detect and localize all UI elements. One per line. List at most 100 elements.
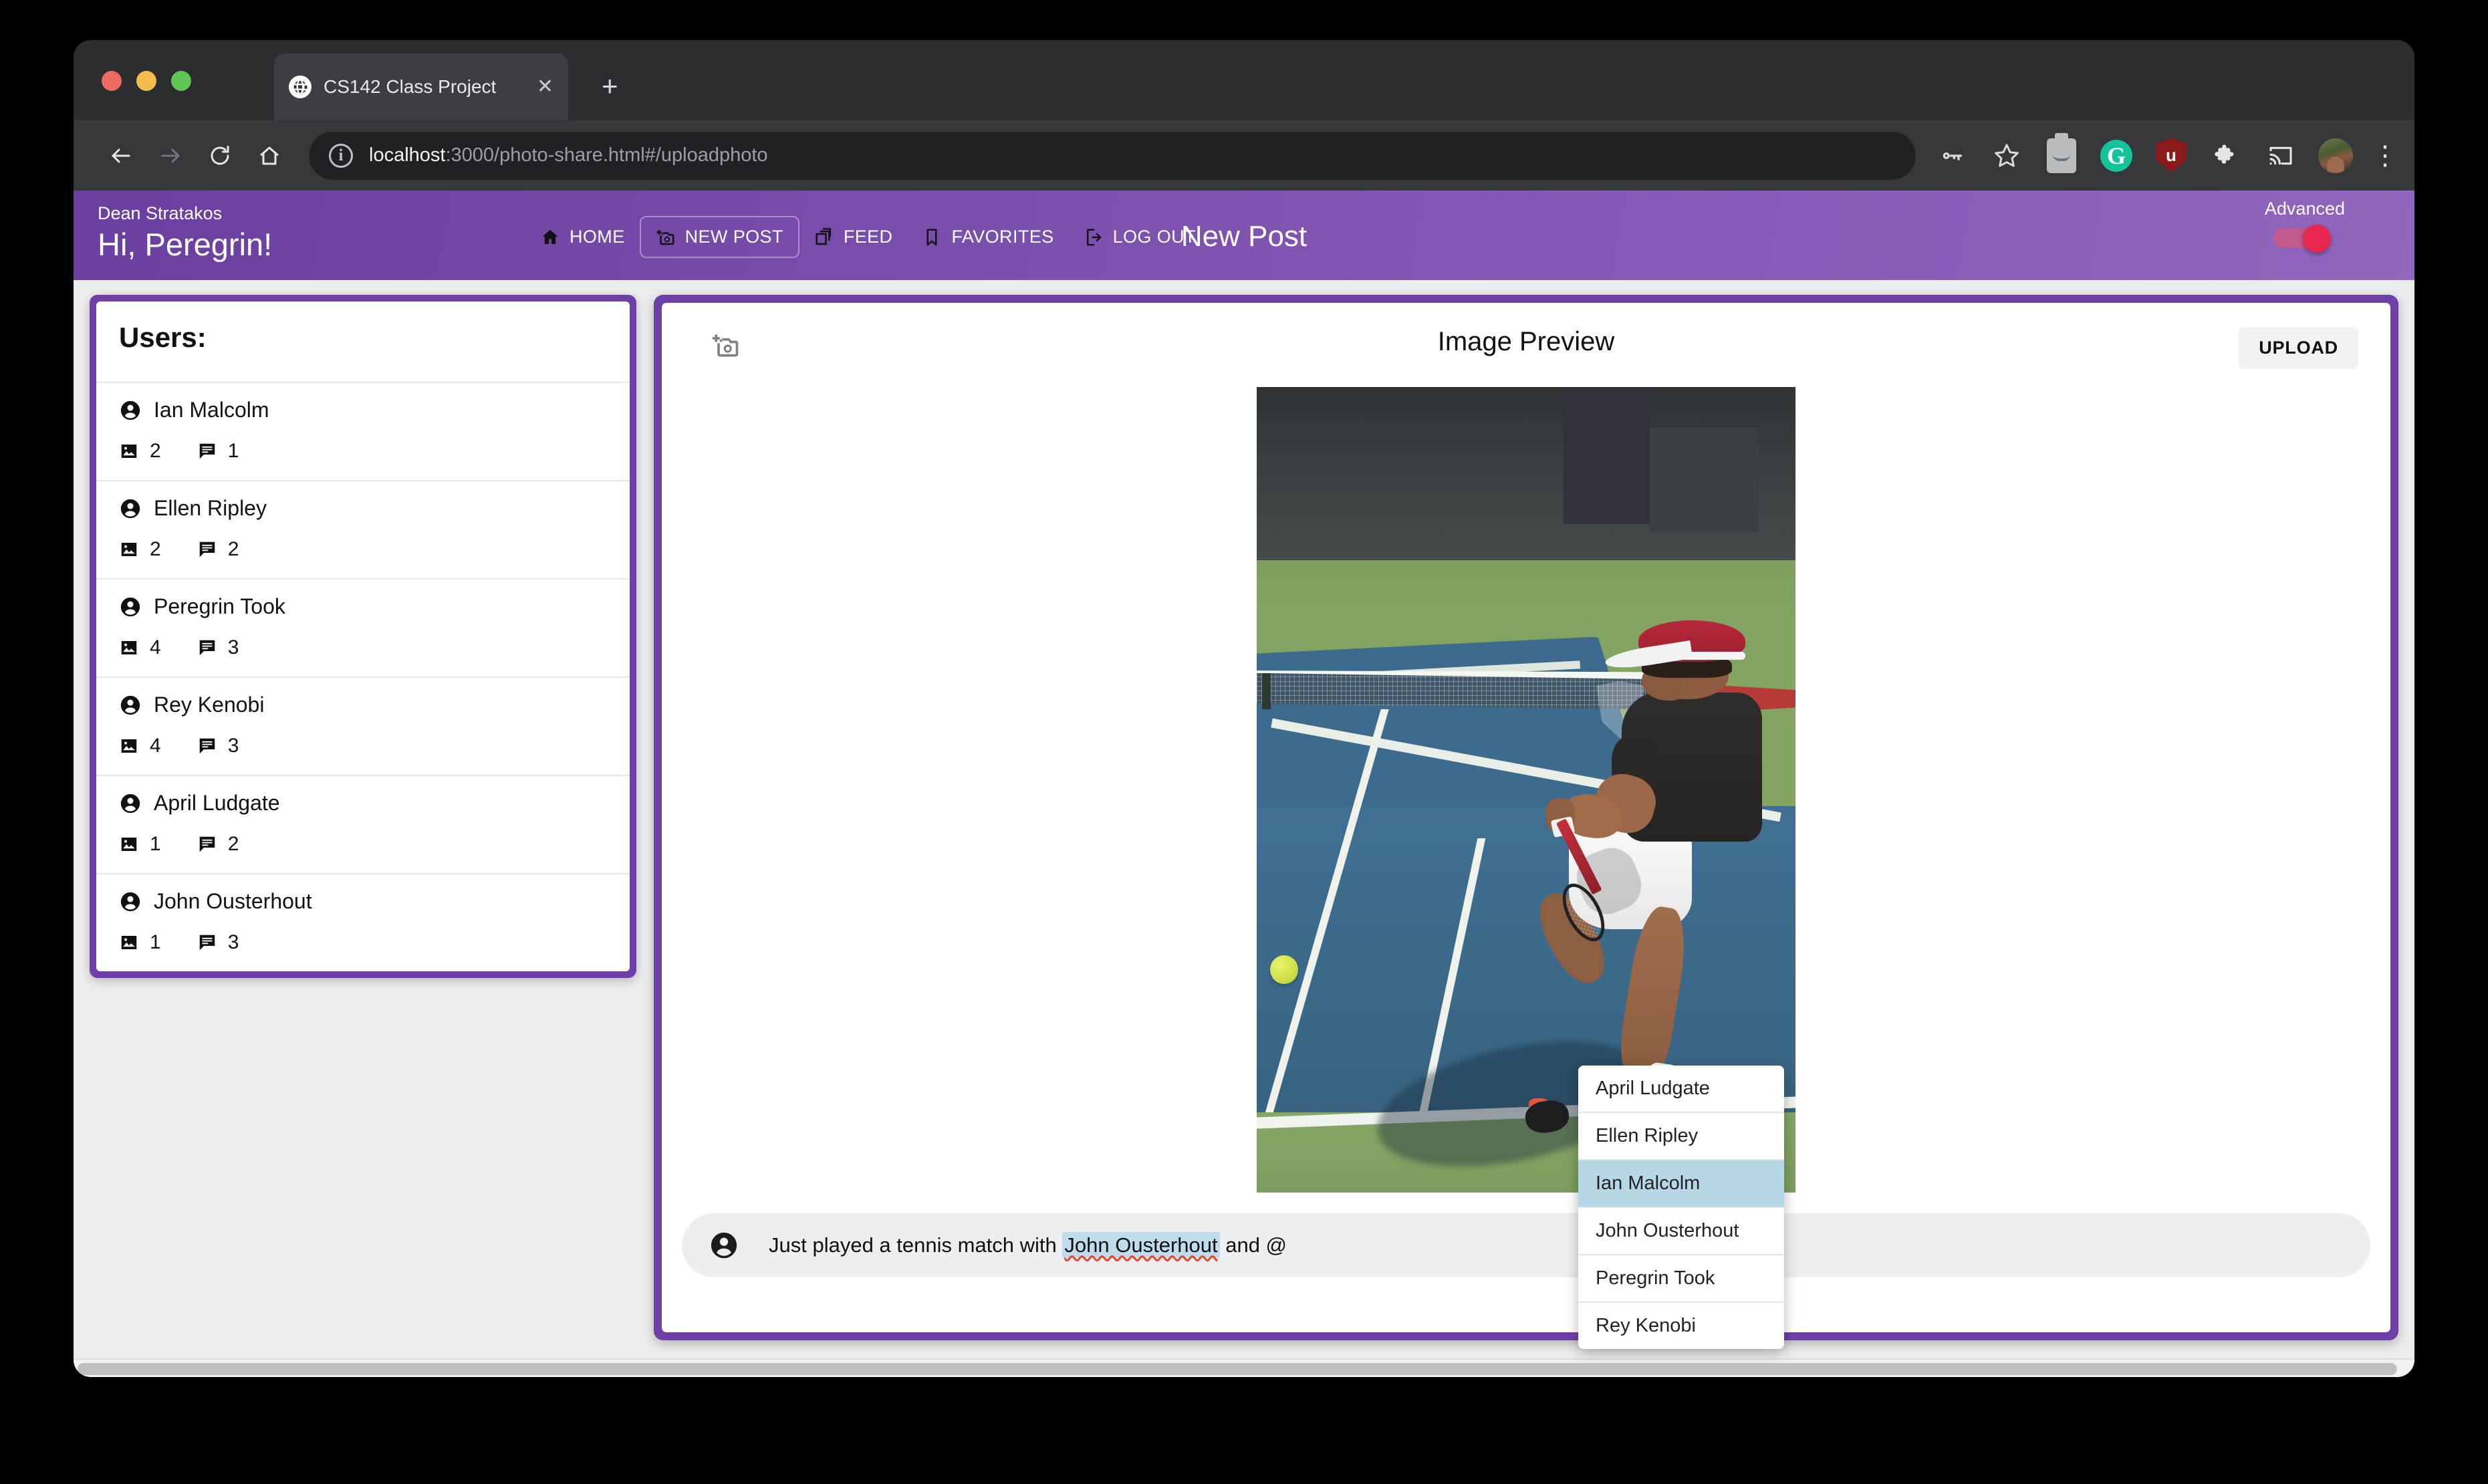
nav-item-log-out[interactable]: LOG OUT: [1069, 217, 1211, 257]
photo-count: 4: [119, 636, 161, 659]
photo-icon: [119, 441, 139, 461]
photo-icon: [119, 834, 139, 854]
app-author-name: Dean Stratakos: [98, 203, 223, 223]
mention-dropdown[interactable]: April Ludgate Ellen Ripley Ian Malcolm J…: [1578, 1066, 1784, 1349]
account-circle-icon: [119, 497, 142, 520]
upload-button[interactable]: UPLOAD: [2239, 327, 2358, 369]
photo-preview-area: April Ludgate Ellen Ripley Ian Malcolm J…: [682, 387, 2370, 1349]
comment-icon: [197, 834, 217, 854]
list-item[interactable]: Ellen Ripley 2 2: [96, 481, 630, 580]
comment-icon: [197, 441, 217, 461]
mention-option[interactable]: Ellen Ripley: [1578, 1113, 1784, 1160]
browser-tab[interactable]: CS142 Class Project ✕: [274, 53, 568, 120]
toggle-knob: [2302, 225, 2331, 253]
site-info-icon[interactable]: i: [329, 143, 353, 168]
photo-count: 4: [119, 735, 161, 757]
horizontal-scrollbar[interactable]: [74, 1358, 2414, 1377]
bookmark-star-icon[interactable]: [1988, 137, 2025, 174]
photo-count: 2: [119, 538, 161, 561]
reload-button[interactable]: [195, 131, 245, 180]
grammarly-extension-icon[interactable]: G: [2098, 137, 2135, 174]
feed-icon: [814, 227, 834, 247]
list-item[interactable]: Peregrin Took 4 3: [96, 580, 630, 678]
address-bar-url: localhost:3000/photo-share.html#/uploadp…: [369, 144, 768, 166]
grammarly-letter: G: [2100, 139, 2132, 172]
photo-icon: [119, 933, 139, 953]
caption-text[interactable]: Just played a tennis match with John Ous…: [769, 1232, 1287, 1258]
new-post-card: Image Preview UPLOAD April Ludgate Ellen…: [654, 295, 2398, 1349]
user-name: Peregrin Took: [154, 594, 285, 618]
logout-icon: [1084, 227, 1104, 247]
comment-count-value: 1: [227, 440, 239, 462]
users-title: Users:: [119, 322, 207, 353]
list-item[interactable]: John Ousterhout 1 3: [96, 874, 630, 971]
image-preview-title: Image Preview: [1437, 327, 1615, 356]
nav-item-favorites[interactable]: FAVORITES: [907, 217, 1068, 257]
mention-option[interactable]: Rey Kenobi: [1578, 1303, 1784, 1349]
comment-count-value: 3: [227, 636, 239, 658]
photo-count-value: 2: [150, 440, 161, 462]
comment-icon: [197, 933, 217, 953]
profile-avatar[interactable]: [2317, 137, 2354, 174]
list-item[interactable]: April Ludgate 1 2: [96, 776, 630, 874]
user-name: Rey Kenobi: [154, 693, 265, 717]
comment-count: 2: [197, 538, 239, 561]
extension-generic-icon[interactable]: [2043, 132, 2080, 174]
ublock-extension-icon[interactable]: u: [2152, 137, 2190, 174]
advanced-label: Advanced: [2264, 199, 2345, 219]
browser-menu-icon[interactable]: ⋮: [2372, 142, 2398, 169]
window-traffic-lights: [102, 71, 191, 91]
users-card: Users: Ian Malcolm 2 1 Ellen Ripley 2 2 …: [90, 295, 636, 978]
bookmark-icon: [922, 227, 942, 247]
back-button[interactable]: [96, 131, 146, 180]
account-circle-icon: [709, 1230, 739, 1261]
nav-item-new-post[interactable]: NEW POST: [639, 216, 799, 258]
extensions-puzzle-icon[interactable]: [2207, 137, 2245, 174]
close-window-button[interactable]: [102, 71, 122, 91]
maximize-window-button[interactable]: [171, 71, 191, 91]
photo-count-value: 4: [150, 735, 161, 757]
url-path: :3000/photo-share.html#/uploadphoto: [445, 144, 768, 166]
nav-item-feed[interactable]: FEED: [799, 217, 908, 257]
address-bar[interactable]: i localhost:3000/photo-share.html#/uploa…: [309, 131, 1916, 180]
forward-button[interactable]: [146, 131, 195, 180]
caption-mention-chip[interactable]: John Ousterhout: [1062, 1232, 1220, 1258]
list-item[interactable]: Rey Kenobi 4 3: [96, 678, 630, 776]
comment-count: 3: [197, 931, 239, 954]
minimize-window-button[interactable]: [136, 71, 156, 91]
post-toolbar: Image Preview UPLOAD: [682, 322, 2370, 372]
user-name: April Ludgate: [154, 791, 280, 815]
comment-count: 3: [197, 735, 239, 757]
photo-count: 2: [119, 440, 161, 463]
home-button[interactable]: [245, 131, 294, 180]
account-circle-icon: [119, 399, 142, 422]
advanced-toggle[interactable]: [2273, 225, 2336, 253]
photo-count-value: 2: [150, 538, 161, 560]
scrollbar-thumb[interactable]: [78, 1363, 2397, 1375]
browser-toolbar: i localhost:3000/photo-share.html#/uploa…: [74, 120, 2414, 191]
nav-label-home: HOME: [570, 227, 625, 247]
cast-icon[interactable]: [2262, 137, 2299, 174]
mention-option-selected[interactable]: Ian Malcolm: [1578, 1160, 1784, 1208]
nav-label-log-out: LOG OUT: [1112, 227, 1196, 247]
page-title: New Post: [1180, 220, 1308, 253]
toolbar-icons: G u ⋮: [1933, 132, 2398, 174]
caption-suffix: and @: [1219, 1233, 1287, 1257]
list-item[interactable]: Ian Malcolm 2 1: [96, 383, 630, 481]
advanced-toggle-group: Advanced: [2264, 199, 2345, 253]
caption-input-row[interactable]: Just played a tennis match with John Ous…: [682, 1213, 2370, 1277]
close-tab-icon[interactable]: ✕: [537, 77, 553, 97]
home-icon: [540, 227, 560, 247]
nav-item-home[interactable]: HOME: [525, 217, 640, 257]
mention-option[interactable]: Peregrin Took: [1578, 1255, 1784, 1303]
mention-option[interactable]: John Ousterhout: [1578, 1208, 1784, 1255]
mention-option[interactable]: April Ludgate: [1578, 1066, 1784, 1113]
browser-window: CS142 Class Project ✕ + i localhost:3000…: [74, 40, 2414, 1377]
photo-count-value: 4: [150, 636, 161, 658]
comment-count-value: 2: [227, 833, 239, 855]
nav-label-new-post: NEW POST: [685, 227, 783, 247]
password-key-icon[interactable]: [1933, 137, 1971, 174]
new-tab-button[interactable]: +: [602, 72, 618, 100]
header-user-block: Dean Stratakos Hi, Peregrin!: [98, 203, 272, 265]
user-name: John Ousterhout: [154, 889, 312, 913]
